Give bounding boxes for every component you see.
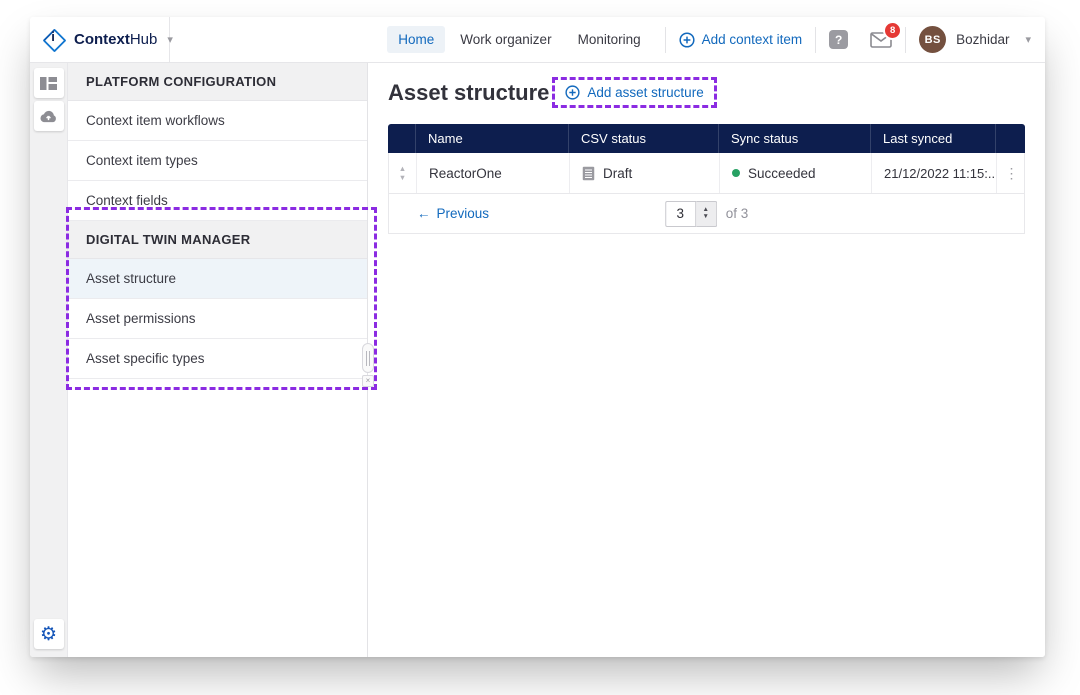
app-window: i ContextHub ▾ Home Work organizer Monit… bbox=[30, 17, 1045, 657]
tab-home[interactable]: Home bbox=[387, 26, 445, 53]
user-menu[interactable]: BS Bozhidar ▾ bbox=[919, 26, 1031, 53]
column-header-sync-status: Sync status bbox=[718, 124, 870, 153]
actions-column-header bbox=[995, 124, 1025, 153]
page-number-control: ▲ ▼ of 3 bbox=[665, 201, 749, 227]
top-navigation-bar: i ContextHub ▾ Home Work organizer Monit… bbox=[30, 17, 1045, 63]
asset-structure-table: Name CSV status Sync status Last synced … bbox=[388, 124, 1025, 234]
sidebar-scrollbar-thumb[interactable] bbox=[362, 343, 374, 373]
row-actions-kebab-icon[interactable]: ⋮ bbox=[996, 153, 1026, 193]
help-button[interactable]: ? bbox=[829, 30, 848, 49]
contexthub-logo-icon: i bbox=[42, 28, 66, 52]
brand-menu[interactable]: i ContextHub ▾ bbox=[30, 17, 170, 62]
tab-work-organizer[interactable]: Work organizer bbox=[449, 26, 562, 53]
main-nav-tabs: Home Work organizer Monitoring bbox=[387, 26, 651, 53]
section-digital-twin-manager: DIGITAL TWIN MANAGER bbox=[68, 221, 367, 259]
success-dot-icon bbox=[732, 169, 740, 177]
user-name: Bozhidar bbox=[956, 32, 1009, 47]
expander-column-header bbox=[388, 124, 415, 153]
divider bbox=[905, 27, 906, 53]
previous-page-button[interactable]: ← Previous bbox=[417, 206, 489, 221]
plus-circle-icon bbox=[565, 85, 580, 100]
app-body: ⚙ PLATFORM CONFIGURATION Context item wo… bbox=[30, 63, 1045, 657]
cell-csv-status: Draft bbox=[569, 153, 719, 193]
sidebar-item-asset-specific-types[interactable]: Asset specific types bbox=[68, 339, 367, 379]
page-number-stepper[interactable]: ▲ ▼ bbox=[696, 201, 717, 227]
annotation-add-asset-highlight: Add asset structure bbox=[552, 77, 716, 108]
notification-count-badge: 8 bbox=[885, 23, 900, 38]
table-pagination: ← Previous ▲ ▼ of 3 bbox=[388, 194, 1025, 234]
page-number-input[interactable] bbox=[665, 201, 696, 227]
stepper-down-icon: ▼ bbox=[703, 214, 709, 221]
scrollbar-close-icon[interactable]: × bbox=[362, 375, 374, 387]
desktop-background: i ContextHub ▾ Home Work organizer Monit… bbox=[0, 0, 1080, 695]
cell-name: ReactorOne bbox=[416, 153, 569, 193]
column-header-last-synced: Last synced bbox=[870, 124, 995, 153]
section-platform-configuration: PLATFORM CONFIGURATION bbox=[68, 63, 367, 101]
user-avatar: BS bbox=[919, 26, 946, 53]
page-header: Asset structure Add asset structure bbox=[388, 77, 1025, 108]
document-icon bbox=[582, 166, 595, 181]
sidebar-item-asset-structure[interactable]: Asset structure bbox=[68, 259, 367, 299]
column-header-csv-status: CSV status bbox=[568, 124, 718, 153]
expand-up-icon: ▲ bbox=[399, 166, 406, 172]
add-context-item-button[interactable]: Add context item bbox=[679, 32, 803, 48]
cell-sync-status: Succeeded bbox=[719, 153, 871, 193]
table-header-row: Name CSV status Sync status Last synced bbox=[388, 124, 1025, 153]
page-total-label: of 3 bbox=[726, 206, 749, 221]
gear-icon: ⚙ bbox=[40, 625, 57, 644]
notifications-button[interactable]: 8 bbox=[870, 32, 892, 48]
main-content: Asset structure Add asset structure Name… bbox=[368, 63, 1045, 657]
plus-circle-icon bbox=[679, 32, 695, 48]
table-row: ▲ ▼ ReactorOne Draft Succeeded bbox=[388, 153, 1025, 194]
sidebar-item-context-item-types[interactable]: Context item types bbox=[68, 141, 367, 181]
settings-sidebar: PLATFORM CONFIGURATION Context item work… bbox=[68, 63, 368, 657]
tab-monitoring[interactable]: Monitoring bbox=[567, 26, 652, 53]
upload-rail-button[interactable] bbox=[34, 101, 64, 131]
sidebar-item-asset-permissions[interactable]: Asset permissions bbox=[68, 299, 367, 339]
cloud-upload-icon bbox=[39, 109, 58, 123]
layout-grid-icon bbox=[40, 76, 57, 91]
grip-icon bbox=[366, 351, 370, 366]
column-header-name: Name bbox=[415, 124, 568, 153]
brand-name: ContextHub bbox=[74, 31, 157, 48]
sidebar-item-context-fields[interactable]: Context fields bbox=[68, 181, 367, 221]
row-expander[interactable]: ▲ ▼ bbox=[389, 153, 416, 193]
topbar-right: Home Work organizer Monitoring Add conte… bbox=[170, 26, 1045, 53]
dashboard-rail-button[interactable] bbox=[34, 68, 64, 98]
cell-last-synced: 21/12/2022 11:15:... bbox=[871, 153, 996, 193]
page-title: Asset structure bbox=[388, 80, 549, 106]
divider bbox=[815, 27, 816, 53]
sidebar-item-context-item-workflows[interactable]: Context item workflows bbox=[68, 101, 367, 141]
icon-rail: ⚙ bbox=[30, 63, 68, 657]
add-asset-structure-button[interactable]: Add asset structure bbox=[565, 85, 703, 100]
settings-rail-button[interactable]: ⚙ bbox=[34, 619, 64, 649]
user-chevron-down-icon: ▾ bbox=[1025, 33, 1031, 46]
divider bbox=[665, 27, 666, 53]
expand-down-icon: ▼ bbox=[399, 175, 406, 181]
arrow-left-icon: ← bbox=[417, 206, 431, 221]
